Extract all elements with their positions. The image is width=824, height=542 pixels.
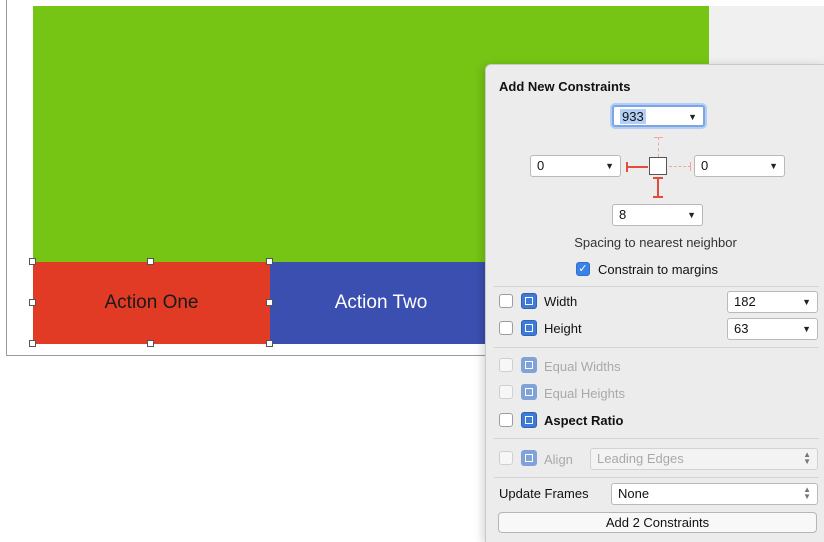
add-constraints-popover: Add New Constraints 933 ▼ 0 ▼ 0 ▼ 8 ▼ Sp…: [485, 64, 824, 542]
chevron-down-icon[interactable]: ▼: [688, 107, 697, 127]
equal-widths-label: Equal Widths: [544, 359, 621, 374]
separator: [494, 286, 819, 287]
update-frames-select[interactable]: None ▲ ▼: [611, 483, 818, 505]
top-spacing-field[interactable]: 933 ▼: [612, 105, 705, 127]
align-checkbox[interactable]: [499, 451, 513, 465]
width-checkbox[interactable]: [499, 294, 513, 308]
separator: [494, 347, 819, 348]
chevron-down-icon[interactable]: ▼: [802, 319, 811, 339]
align-icon: [521, 450, 537, 466]
bottom-spacing-value: 8: [619, 207, 627, 222]
equal-heights-label: Equal Heights: [544, 386, 625, 401]
action-two-button[interactable]: Action Two: [270, 262, 492, 344]
resize-handle-top[interactable]: [147, 258, 154, 265]
align-select[interactable]: Leading Edges ▲ ▼: [590, 448, 818, 470]
up-down-stepper-icon: ▲ ▼: [803, 485, 811, 501]
width-constraint-icon: [521, 293, 537, 309]
equal-heights-icon: [521, 384, 537, 400]
constrain-margins-checkbox[interactable]: ✓: [576, 262, 590, 276]
left-strut-cap: [626, 162, 628, 172]
align-label: Align: [544, 452, 573, 467]
scene-frame-edge: [6, 0, 7, 355]
popover-title: Add New Constraints: [499, 79, 631, 94]
action-two-label: Action Two: [334, 292, 428, 313]
right-strut[interactable]: [669, 166, 691, 167]
align-select-value: Leading Edges: [597, 451, 684, 466]
top-spacing-value: 933: [620, 109, 646, 124]
width-label: Width: [544, 294, 578, 309]
canvas-background: [709, 6, 824, 66]
chevron-down-icon[interactable]: ▼: [769, 156, 778, 176]
resize-handle-bottom[interactable]: [147, 340, 154, 347]
update-frames-label: Update Frames: [499, 486, 589, 501]
scene-frame-bottom: [6, 355, 492, 356]
equal-widths-icon: [521, 357, 537, 373]
left-strut[interactable]: [626, 166, 648, 168]
separator: [494, 477, 819, 478]
add-constraints-button[interactable]: Add 2 Constraints: [498, 512, 817, 533]
height-checkbox[interactable]: [499, 321, 513, 335]
top-strut-cap: [654, 137, 663, 138]
resize-handle-bottom-left[interactable]: [29, 340, 36, 347]
action-one-label: Action One: [104, 292, 199, 313]
constrain-margins-label: Constrain to margins: [598, 262, 718, 277]
width-value-field[interactable]: 182 ▼: [727, 291, 818, 313]
resize-handle-right[interactable]: [266, 299, 273, 306]
bottom-strut[interactable]: [657, 177, 659, 197]
resize-handle-left[interactable]: [29, 299, 36, 306]
right-spacing-field[interactable]: 0 ▼: [694, 155, 785, 177]
spacing-caption: Spacing to nearest neighbor: [574, 235, 737, 250]
up-down-stepper-icon: ▲ ▼: [803, 450, 811, 466]
add-constraints-button-label: Add 2 Constraints: [605, 515, 710, 530]
equal-widths-checkbox[interactable]: [499, 358, 513, 372]
left-spacing-field[interactable]: 0 ▼: [530, 155, 621, 177]
bottom-spacing-field[interactable]: 8 ▼: [612, 204, 703, 226]
width-value: 182: [734, 294, 756, 309]
right-spacing-value: 0: [701, 158, 709, 173]
right-strut-cap: [690, 162, 691, 171]
aspect-ratio-icon: [521, 412, 537, 428]
bottom-strut-cap-bottom: [653, 196, 663, 198]
height-value: 63: [734, 321, 749, 336]
update-frames-value: None: [618, 486, 650, 501]
height-constraint-icon: [521, 320, 537, 336]
height-value-field[interactable]: 63 ▼: [727, 318, 818, 340]
height-label: Height: [544, 321, 582, 336]
left-spacing-value: 0: [537, 158, 545, 173]
chevron-down-icon[interactable]: ▼: [605, 156, 614, 176]
aspect-ratio-checkbox[interactable]: [499, 413, 513, 427]
separator: [494, 438, 819, 439]
checkmark-icon: ✓: [578, 263, 588, 275]
constraint-center-box: [649, 157, 667, 175]
top-strut[interactable]: [658, 137, 659, 157]
chevron-down-icon[interactable]: ▼: [802, 292, 811, 312]
resize-handle-top-right[interactable]: [266, 258, 273, 265]
bottom-strut-cap-top: [653, 177, 663, 179]
resize-handle-bottom-right[interactable]: [266, 340, 273, 347]
equal-heights-checkbox[interactable]: [499, 385, 513, 399]
aspect-ratio-label: Aspect Ratio: [544, 413, 624, 428]
chevron-down-icon[interactable]: ▼: [687, 205, 696, 225]
action-one-button[interactable]: Action One: [33, 262, 270, 344]
resize-handle-top-left[interactable]: [29, 258, 36, 265]
